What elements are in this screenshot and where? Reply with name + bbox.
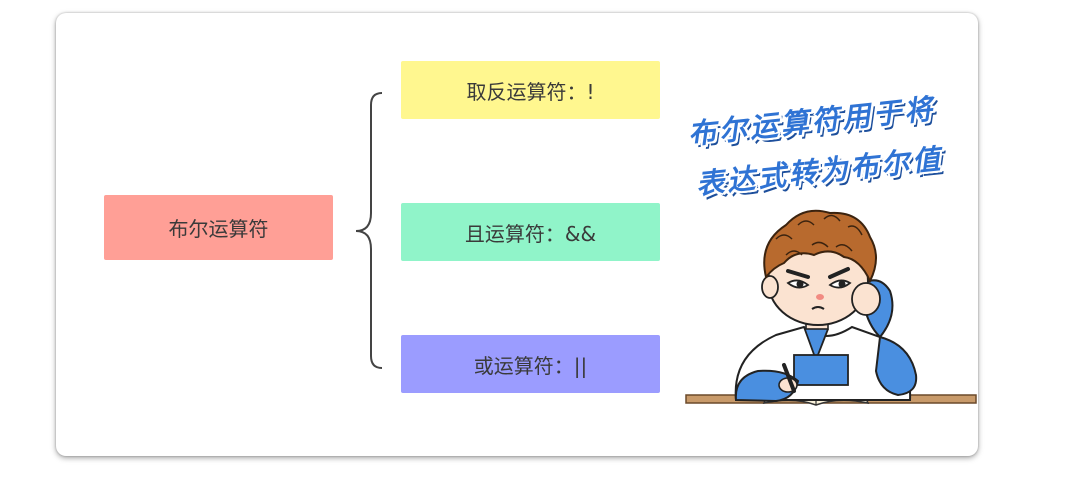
- child-node-and-operator: 且运算符：&&: [401, 203, 660, 261]
- root-node-label: 布尔运算符: [168, 217, 269, 241]
- student-thinking-illustration: [685, 209, 977, 406]
- root-node-boolean-operators: 布尔运算符: [104, 195, 333, 260]
- diagram-card: 布尔运算符 取反运算符：! 且运算符：&& 或运算符：|| 布尔运算符用于将 表…: [56, 13, 978, 456]
- child-node-or-operator: 或运算符：||: [401, 335, 660, 393]
- child-node-label: 取反运算符：!: [466, 79, 595, 104]
- child-node-label: 或运算符：||: [473, 353, 588, 378]
- child-node-label: 且运算符：&&: [464, 221, 597, 246]
- child-node-not-operator: 取反运算符：!: [401, 61, 660, 119]
